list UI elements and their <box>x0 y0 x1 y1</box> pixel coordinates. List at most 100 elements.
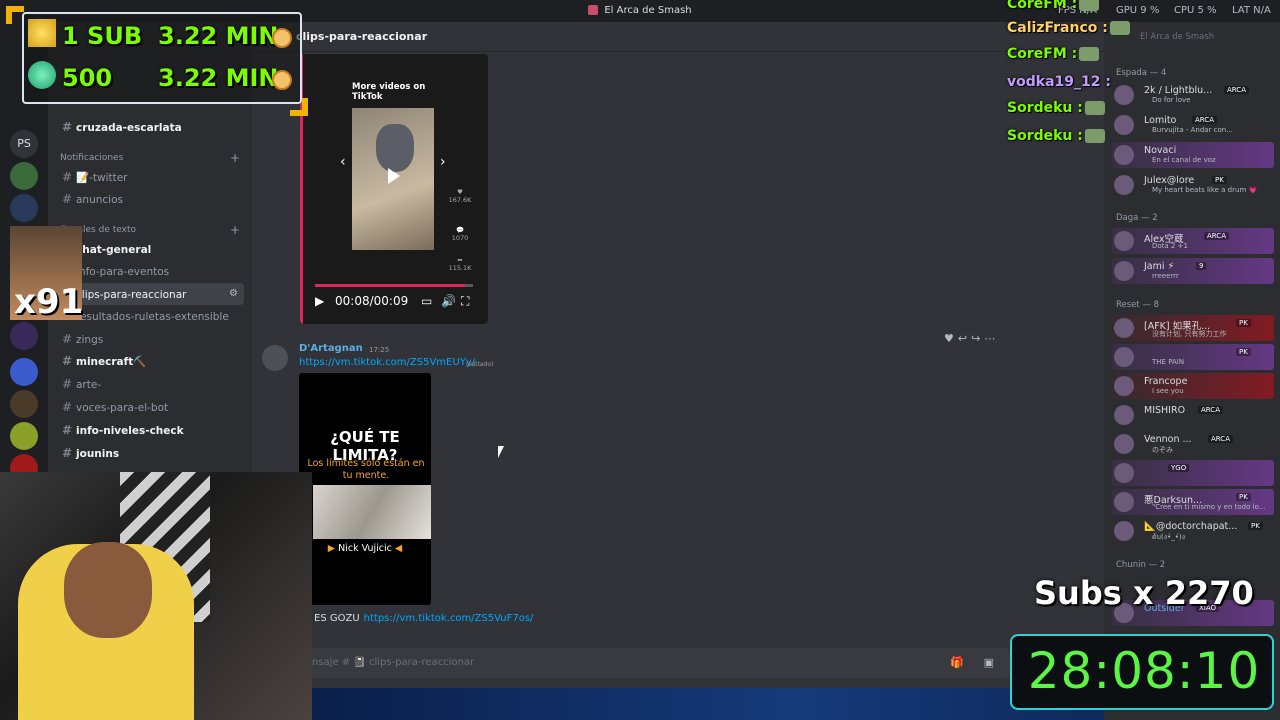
more-icon[interactable]: ⋯ <box>984 332 999 345</box>
play-button-icon[interactable]: ▶ <box>315 294 324 308</box>
channel-label: minecraft⛏️ <box>76 356 147 368</box>
avatar[interactable] <box>262 345 288 371</box>
member-item[interactable]: Alex空蔵 ARCA Dota 2 +1 <box>1112 228 1274 254</box>
channel-jounins[interactable]: # jounins <box>56 442 244 464</box>
multiplier-overlay: x91 <box>10 226 83 322</box>
bits-count: 500 <box>62 64 113 92</box>
group-header: Espada — 4 <box>1116 68 1167 78</box>
reply-icon[interactable]: ↩ <box>958 332 971 345</box>
event-item: vodka19_12 : <box>1007 74 1111 90</box>
member-item[interactable]: 2k / Lightblu... ARCA Do for love <box>1112 82 1274 108</box>
server-icon-7[interactable] <box>10 422 38 450</box>
channel-info-niveles-check[interactable]: # info-niveles-check <box>56 419 244 441</box>
emote-icon <box>1079 47 1100 61</box>
channel-label: voces-para-el-bot <box>76 402 169 414</box>
event-item: Sordeku : <box>1007 100 1105 116</box>
forward-icon[interactable]: ↪ <box>971 332 984 345</box>
channel-clips-para-reaccionar[interactable]: #clips-para-reaccionar⚙ <box>56 283 244 305</box>
avatar <box>1114 145 1134 165</box>
member-item[interactable]: Novaci En el canal de voz <box>1112 142 1274 168</box>
channel-voces-para-el-bot[interactable]: # voces-para-el-bot <box>56 396 244 418</box>
channel-settings-icon[interactable]: ⚙ <box>229 283 238 305</box>
server-icon-5[interactable] <box>10 358 38 386</box>
video-embed-2[interactable]: ¿QUÉ TE LIMITA? Los límites sólo están e… <box>299 373 431 605</box>
next-arrow-icon[interactable]: › <box>440 154 446 170</box>
member-status: "Cree en ti mismo y en todo lo... <box>1152 503 1266 511</box>
composer-placeholder: nsaje # 📓 clips-para-reaccionar <box>312 657 475 668</box>
avatar <box>1114 175 1134 195</box>
member-status: 没有计划, 只有努力工作 <box>1152 330 1227 338</box>
member-item[interactable]: Francope I see you <box>1112 373 1274 399</box>
channel-label: chat-general <box>76 244 152 256</box>
server-icon-6[interactable] <box>10 390 38 418</box>
event-item: Sordeku : <box>1007 128 1105 144</box>
hash-icon: # <box>62 377 73 391</box>
member-name: Novaci <box>1144 145 1177 156</box>
channel-label: jounins <box>76 448 120 460</box>
member-item[interactable]: Vennon ... ARCA のぞみ <box>1112 431 1274 457</box>
member-item[interactable]: PK THE PAIN <box>1112 344 1274 370</box>
member-item[interactable]: MISHIRO ARCA <box>1112 402 1274 428</box>
channel-cruzada-escarlata[interactable]: # cruzada-escarlata <box>56 116 244 138</box>
server-icon-4[interactable] <box>10 322 38 350</box>
category-notificaciones[interactable]: Notificaciones + <box>60 151 240 165</box>
member-item[interactable]: Jami ⚡ 9 rreeerrr <box>1112 258 1274 284</box>
role-tag: PK <box>1236 319 1251 327</box>
sub-goal-overlay: 1 SUB 3.22 MIN 500 3.22 MIN <box>22 12 302 104</box>
corner-bracket-icon <box>290 98 308 116</box>
member-item[interactable]: YGO <box>1112 460 1274 486</box>
channel-minecraft[interactable]: # minecraft⛏️ <box>56 350 244 372</box>
message-text: ES GOZU <box>314 613 360 624</box>
server-ps[interactable]: PS <box>10 130 38 158</box>
message-link[interactable]: https://vm.tiktok.com/ZS5VmEUYy/ <box>299 357 475 368</box>
embed-subtitle: Los límites sólo están en tu mente. <box>307 458 425 481</box>
channel-zings[interactable]: # zings <box>56 328 244 350</box>
channel-anuncios[interactable]: # anuncios <box>56 188 244 210</box>
message-composer[interactable]: nsaje # 📓 clips-para-reaccionar 🎁 ▣ <box>300 648 1010 678</box>
member-search[interactable]: El Arca de Smash <box>1140 32 1270 46</box>
channel-chat-general[interactable]: #chat-general <box>56 238 244 260</box>
add-channel-icon[interactable]: + <box>230 151 240 165</box>
member-item[interactable]: Julex@lore PK My heart beats like a drum 💗 <box>1112 172 1274 198</box>
captions-icon[interactable]: ▭ <box>421 292 432 310</box>
server-icon-3[interactable] <box>10 194 38 222</box>
star-icon <box>28 19 56 47</box>
shares-count: ➦ 115.1K <box>448 256 472 272</box>
channel-twitter[interactable]: # 📝-twitter <box>56 166 244 188</box>
server-icon-2[interactable] <box>10 162 38 190</box>
role-tag: ARCA <box>1204 232 1229 240</box>
video-progress[interactable] <box>315 284 473 287</box>
member-status: ด้บ(ง•̀_•́)ง <box>1152 533 1186 541</box>
member-item[interactable]: Lomito ARCA Burvujita - Andar con... <box>1112 112 1274 138</box>
tiktok-embed[interactable]: More videos on TikTok ‹ › ♥ 167.6K 💬 1070 … <box>300 54 488 324</box>
channel-arte[interactable]: # arte- <box>56 373 244 395</box>
role-tag: PK <box>1236 493 1251 501</box>
gift-icon[interactable]: 🎁 ▣ <box>950 648 1002 678</box>
message-author[interactable]: D'Artagnan <box>299 343 363 354</box>
member-item[interactable]: 悪Darksun... PK "Cree en ti mismo y en todo… <box>1112 489 1274 515</box>
member-item[interactable]: 📐@doctorchapat... PK ด้บ(ง•̀_•́)ง <box>1112 518 1274 544</box>
add-channel-icon[interactable]: + <box>230 223 240 237</box>
volume-icon[interactable]: 🔊 <box>441 292 456 310</box>
reaction-icon[interactable]: ♥ <box>944 332 958 345</box>
member-status: Dota 2 +1 <box>1152 242 1188 250</box>
emote-icon <box>1084 129 1105 143</box>
category-label: Notificaciones <box>60 153 124 163</box>
channel-info-para-eventos[interactable]: #info-para-eventos <box>56 260 244 282</box>
channel-resultados-ruletas[interactable]: #resultados-ruletas-extensible <box>56 305 244 327</box>
video-time: 00:08/00:09 <box>335 294 409 308</box>
video-thumbnail[interactable] <box>352 108 434 250</box>
channel-header: clips-para-reaccionar <box>252 22 1104 52</box>
avatar <box>1114 115 1134 135</box>
message-link[interactable]: https://vm.tiktok.com/ZS5VuF7os/ <box>364 613 534 624</box>
member-status: のぞみ <box>1152 446 1173 454</box>
member-name: MISHIRO <box>1144 405 1186 416</box>
role-tag: PK <box>1248 522 1263 530</box>
fullscreen-icon[interactable]: ⛶ <box>461 292 469 310</box>
tiktok-promo: More videos on TikTok <box>352 82 426 102</box>
prev-arrow-icon[interactable]: ‹ <box>340 154 346 170</box>
member-item[interactable]: [AFK] 如果孔... PK 没有计划, 只有努力工作 <box>1112 315 1274 341</box>
play-icon[interactable] <box>388 168 400 184</box>
role-tag: PK <box>1236 348 1251 356</box>
channel-label: arte- <box>76 379 102 391</box>
